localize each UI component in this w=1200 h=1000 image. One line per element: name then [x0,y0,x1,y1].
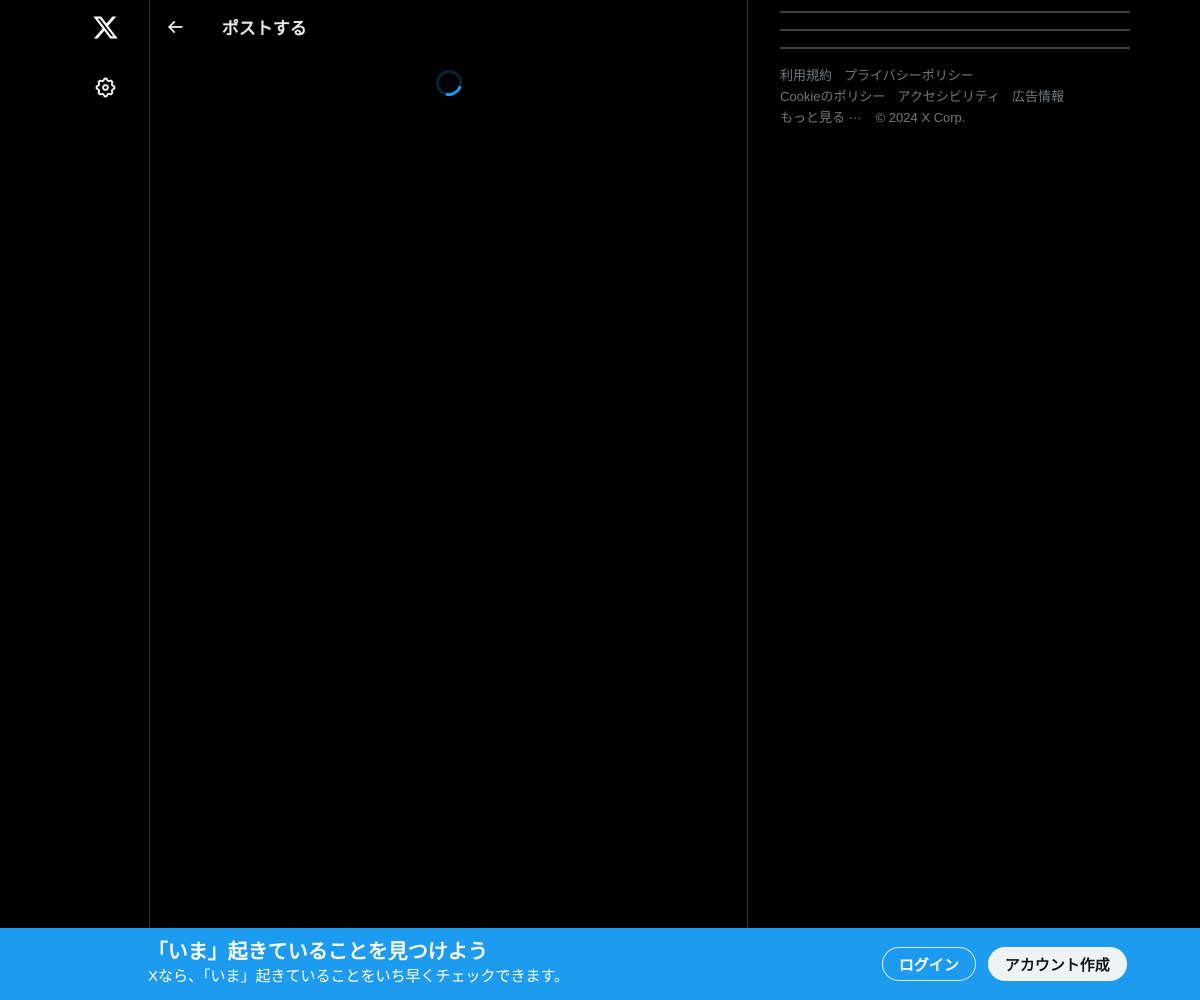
gear-icon [94,76,117,99]
x-logo-icon [92,14,119,41]
footer-link-privacy[interactable]: プライバシーポリシー [844,65,974,86]
settings-button[interactable] [86,68,124,106]
signup-button[interactable]: アカウント作成 [987,947,1127,981]
signup-banner: 「いま」起きていることを見つけよう Xなら、「いま」起きていることをいち早くチェ… [0,928,1200,1000]
footer-link-more[interactable]: もっと見る ··· [780,107,862,128]
skeleton-line [780,11,1130,13]
legal-footer: 利用規約 プライバシーポリシーCookieのポリシー アクセシビリティ 広告情報もっと… [780,65,1082,128]
back-button[interactable] [158,10,192,44]
footer-link-cookies[interactable]: Cookieのポリシー [780,86,885,107]
footer-link-accessibility[interactable]: アクセシビリティ [897,86,1000,107]
footer-link-terms[interactable]: 利用規約 [780,65,832,86]
right-sidebar: 利用規約 プライバシーポリシーCookieのポリシー アクセシビリティ 広告情報もっと… [749,0,1200,928]
copyright-text: © 2024 X Corp. [875,110,966,125]
page-header: ポストする [150,0,747,53]
skeleton-line [780,47,1130,49]
loading-spinner [430,65,467,101]
login-button[interactable]: ログイン [881,947,976,981]
banner-text: 「いま」起きていることを見つけよう Xなら、「いま」起きていることをいち早くチェ… [148,940,569,986]
banner-heading: 「いま」起きていることを見つけよう [148,941,488,963]
main-column: ポストする [150,0,748,928]
skeleton-line [780,29,1130,31]
loading-area [150,53,747,101]
left-nav-rail [0,0,150,928]
back-arrow-icon [165,17,185,37]
banner-actions: ログイン アカウント作成 [881,947,1127,981]
banner-subtitle: Xなら、「いま」起きていることをいち早くチェックできます。 [148,968,570,985]
right-sidebar-content: 利用規約 プライバシーポリシーCookieのポリシー アクセシビリティ 広告情報もっと… [780,0,1130,128]
page-title: ポストする [222,19,307,38]
x-app: ポストする 利用規約 プライバシーポリシーCookieのポリシー アクセシビリティ広… [0,0,1200,1000]
x-home-button[interactable] [86,8,124,46]
footer-link-ads-info[interactable]: 広告情報 [1012,86,1064,107]
